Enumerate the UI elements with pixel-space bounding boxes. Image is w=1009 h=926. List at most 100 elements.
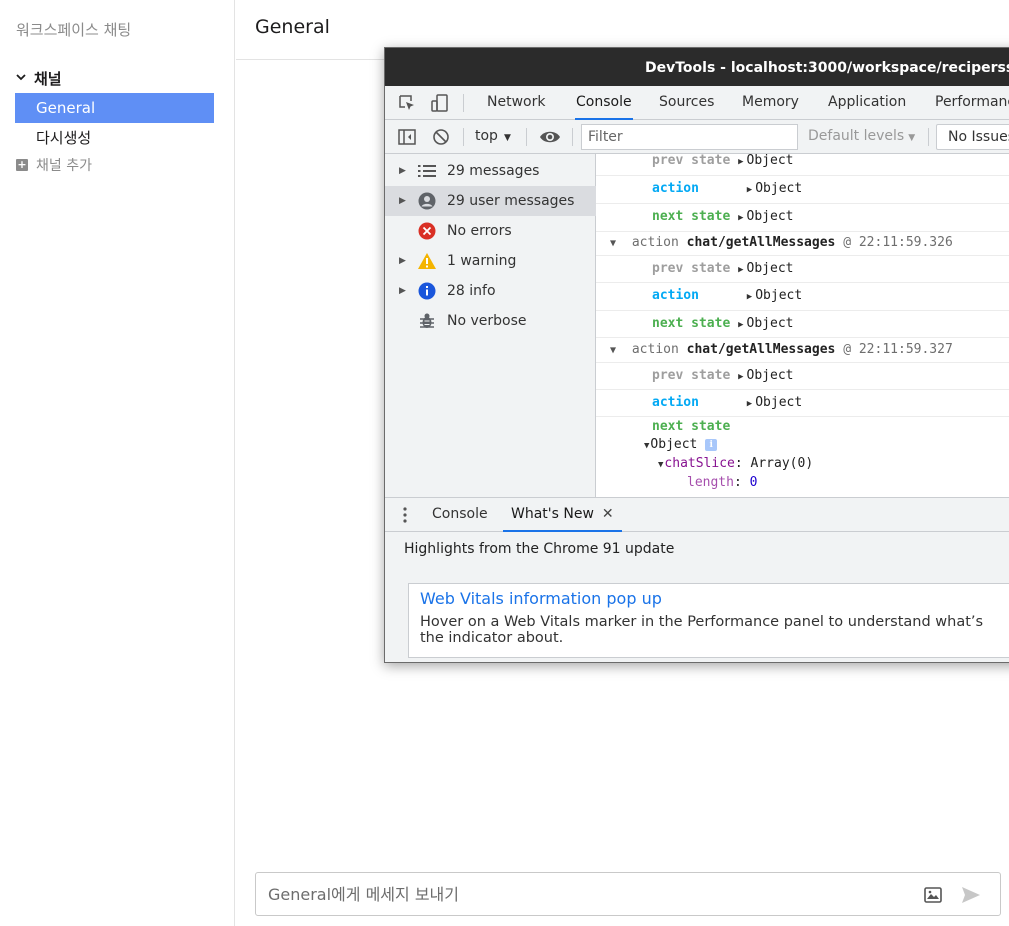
expand-arrow-icon[interactable]: ▶ bbox=[747, 392, 752, 417]
close-icon[interactable]: ✕ bbox=[602, 506, 614, 522]
add-channel-button[interactable]: + 채널 추가 bbox=[16, 155, 92, 175]
sidebar-item-label: 29 user messages bbox=[447, 193, 575, 209]
toolbar-divider bbox=[463, 128, 464, 146]
sidebar-item-label: 29 messages bbox=[447, 163, 540, 179]
info-icon bbox=[417, 281, 437, 301]
channels-header-label: 채널 bbox=[34, 70, 62, 88]
list-icon bbox=[417, 161, 437, 181]
drawer-tab-console[interactable]: Console bbox=[432, 498, 488, 532]
log-row-next-state: next state ▶ Object bbox=[596, 311, 1009, 338]
log-row-prev-state: prev state ▶ Object bbox=[596, 154, 1009, 176]
device-toolbar-icon[interactable] bbox=[430, 93, 450, 113]
tab-performance[interactable]: Performance bbox=[934, 86, 1009, 120]
collapse-arrow-icon[interactable]: ▼ bbox=[610, 345, 616, 356]
channel-item-regenerate[interactable]: 다시생성 bbox=[15, 123, 214, 153]
log-group-header[interactable]: ▼ action chat/getAllMessages @ 22:11:59.… bbox=[596, 232, 1009, 256]
sidebar-item-info[interactable]: ▶ 28 info bbox=[385, 276, 596, 306]
whats-new-panel: Highlights from the Chrome 91 update Web… bbox=[385, 532, 1009, 662]
expand-arrow-icon[interactable]: ▶ bbox=[738, 154, 743, 173]
inspect-element-icon[interactable] bbox=[397, 93, 417, 113]
sidebar-item-label: 1 warning bbox=[447, 253, 517, 269]
collapse-arrow-icon[interactable]: ▼ bbox=[658, 456, 663, 474]
console-output: prev state ▶ Object action ▶ Object next s… bbox=[596, 154, 1009, 497]
whats-new-card-link[interactable]: Web Vitals information pop up bbox=[420, 589, 662, 608]
channel-item-general[interactable]: General bbox=[15, 93, 214, 123]
whats-new-card: Web Vitals information pop up Hover on a… bbox=[408, 583, 1009, 658]
expand-arrow-icon[interactable]: ▶ bbox=[747, 284, 752, 310]
console-toolbar: top▼ Default levels▼ No Issues bbox=[385, 120, 1009, 154]
image-upload-icon[interactable] bbox=[922, 885, 944, 905]
plus-icon: + bbox=[16, 158, 28, 171]
context-select[interactable]: top ▼ bbox=[475, 128, 511, 144]
log-row-prev-state: prev state ▶ Object bbox=[596, 363, 1009, 390]
tab-memory[interactable]: Memory bbox=[741, 86, 800, 120]
sidebar-item-messages[interactable]: ▶ 29 messages bbox=[385, 156, 596, 186]
expand-arrow-icon[interactable]: ▶ bbox=[747, 177, 752, 203]
devtools-window: DevTools - localhost:3000/workspace/reci… bbox=[384, 47, 1009, 663]
tab-console[interactable]: Console bbox=[575, 86, 633, 120]
dropdown-arrow-icon: ▼ bbox=[908, 133, 916, 143]
live-expression-eye-icon[interactable] bbox=[539, 127, 560, 147]
bug-icon bbox=[417, 311, 437, 331]
more-options-icon[interactable] bbox=[401, 505, 409, 525]
object-tree-root[interactable]: ▼Object i bbox=[596, 436, 1009, 454]
expand-arrow-icon[interactable]: ▶ bbox=[738, 205, 743, 231]
tab-application[interactable]: Application bbox=[827, 86, 907, 120]
add-channel-label: 채널 추가 bbox=[36, 158, 92, 174]
dropdown-arrow-icon: ▼ bbox=[503, 133, 511, 143]
sidebar-item-warnings[interactable]: ▶ 1 warning bbox=[385, 246, 596, 276]
console-filter-input[interactable] bbox=[581, 124, 798, 150]
log-row-action: action ▶ Object bbox=[596, 283, 1009, 311]
toolbar-divider bbox=[572, 128, 573, 146]
drawer-tab-whats-new[interactable]: What's New ✕ bbox=[503, 498, 622, 532]
send-icon[interactable] bbox=[960, 884, 982, 906]
workspace-title: 워크스페이스 채팅 bbox=[16, 21, 132, 39]
object-tree-prop[interactable]: ▼chatSlice: Array(0) bbox=[596, 455, 1009, 473]
toolbar-divider bbox=[526, 128, 527, 146]
clear-console-icon[interactable] bbox=[431, 127, 451, 147]
sidebar-item-errors[interactable]: ▶ No errors bbox=[385, 216, 596, 246]
expand-arrow-icon[interactable]: ▶ bbox=[738, 313, 743, 338]
info-icon[interactable]: i bbox=[705, 438, 718, 451]
log-row-prev-state: prev state ▶ Object bbox=[596, 256, 1009, 283]
expand-arrow-icon[interactable]: ▶ bbox=[738, 365, 743, 390]
console-sidebar: ▶ 29 messages ▶ 29 user messages No erro… bbox=[385, 154, 596, 497]
collapse-arrow-icon[interactable]: ▼ bbox=[610, 238, 616, 249]
warning-icon bbox=[417, 251, 437, 271]
toolbar-divider bbox=[928, 128, 929, 146]
user-icon bbox=[417, 191, 437, 211]
devtools-tabbar: Network Console Sources Memory Applicati… bbox=[385, 86, 1009, 120]
log-levels-dropdown[interactable]: Default levels ▼ bbox=[808, 128, 915, 144]
tab-network[interactable]: Network bbox=[486, 86, 546, 120]
issues-button[interactable]: No Issues bbox=[936, 124, 1009, 150]
tab-sources[interactable]: Sources bbox=[658, 86, 715, 120]
object-tree-length: length: 0 bbox=[687, 475, 758, 490]
log-row-next-state: next state ▶ Object bbox=[596, 204, 1009, 232]
log-levels-label: Default levels bbox=[808, 128, 905, 144]
log-row-action: action ▶ Object bbox=[596, 176, 1009, 204]
drawer-tabbar: Console What's New ✕ bbox=[385, 497, 1009, 532]
whats-new-heading: Highlights from the Chrome 91 update bbox=[404, 541, 675, 557]
log-group-header[interactable]: ▼ action chat/getAllMessages @ 22:11:59.… bbox=[596, 338, 1009, 363]
collapse-arrow-icon[interactable]: ▼ bbox=[644, 437, 649, 455]
message-composer bbox=[255, 872, 1001, 916]
devtools-title: DevTools - localhost:3000/workspace/reci… bbox=[385, 48, 1009, 86]
channels-header[interactable]: 채널 bbox=[16, 68, 62, 89]
expand-arrow-icon: ▶ bbox=[399, 166, 406, 176]
sidebar-item-user-messages[interactable]: ▶ 29 user messages bbox=[385, 186, 596, 216]
sidebar-item-verbose[interactable]: ▶ No verbose bbox=[385, 306, 596, 336]
chevron-down-icon bbox=[16, 72, 26, 85]
show-sidebar-icon[interactable] bbox=[397, 127, 417, 147]
sidebar-item-label: No verbose bbox=[447, 313, 527, 329]
expand-arrow-icon: ▶ bbox=[399, 196, 406, 206]
toolbar-divider bbox=[463, 94, 464, 112]
expand-arrow-icon: ▶ bbox=[399, 256, 406, 266]
whats-new-card-desc: Hover on a Web Vitals marker in the Perf… bbox=[420, 614, 984, 646]
log-row-next-state: next state bbox=[652, 419, 731, 434]
page-title: General bbox=[255, 16, 330, 38]
expand-arrow-icon: ▶ bbox=[399, 286, 406, 296]
error-icon bbox=[417, 221, 437, 241]
expand-arrow-icon[interactable]: ▶ bbox=[738, 258, 743, 283]
message-input[interactable] bbox=[268, 883, 908, 905]
workspace-sidebar: 워크스페이스 채팅 채널 General 다시생성 + 채널 추가 bbox=[0, 0, 235, 926]
